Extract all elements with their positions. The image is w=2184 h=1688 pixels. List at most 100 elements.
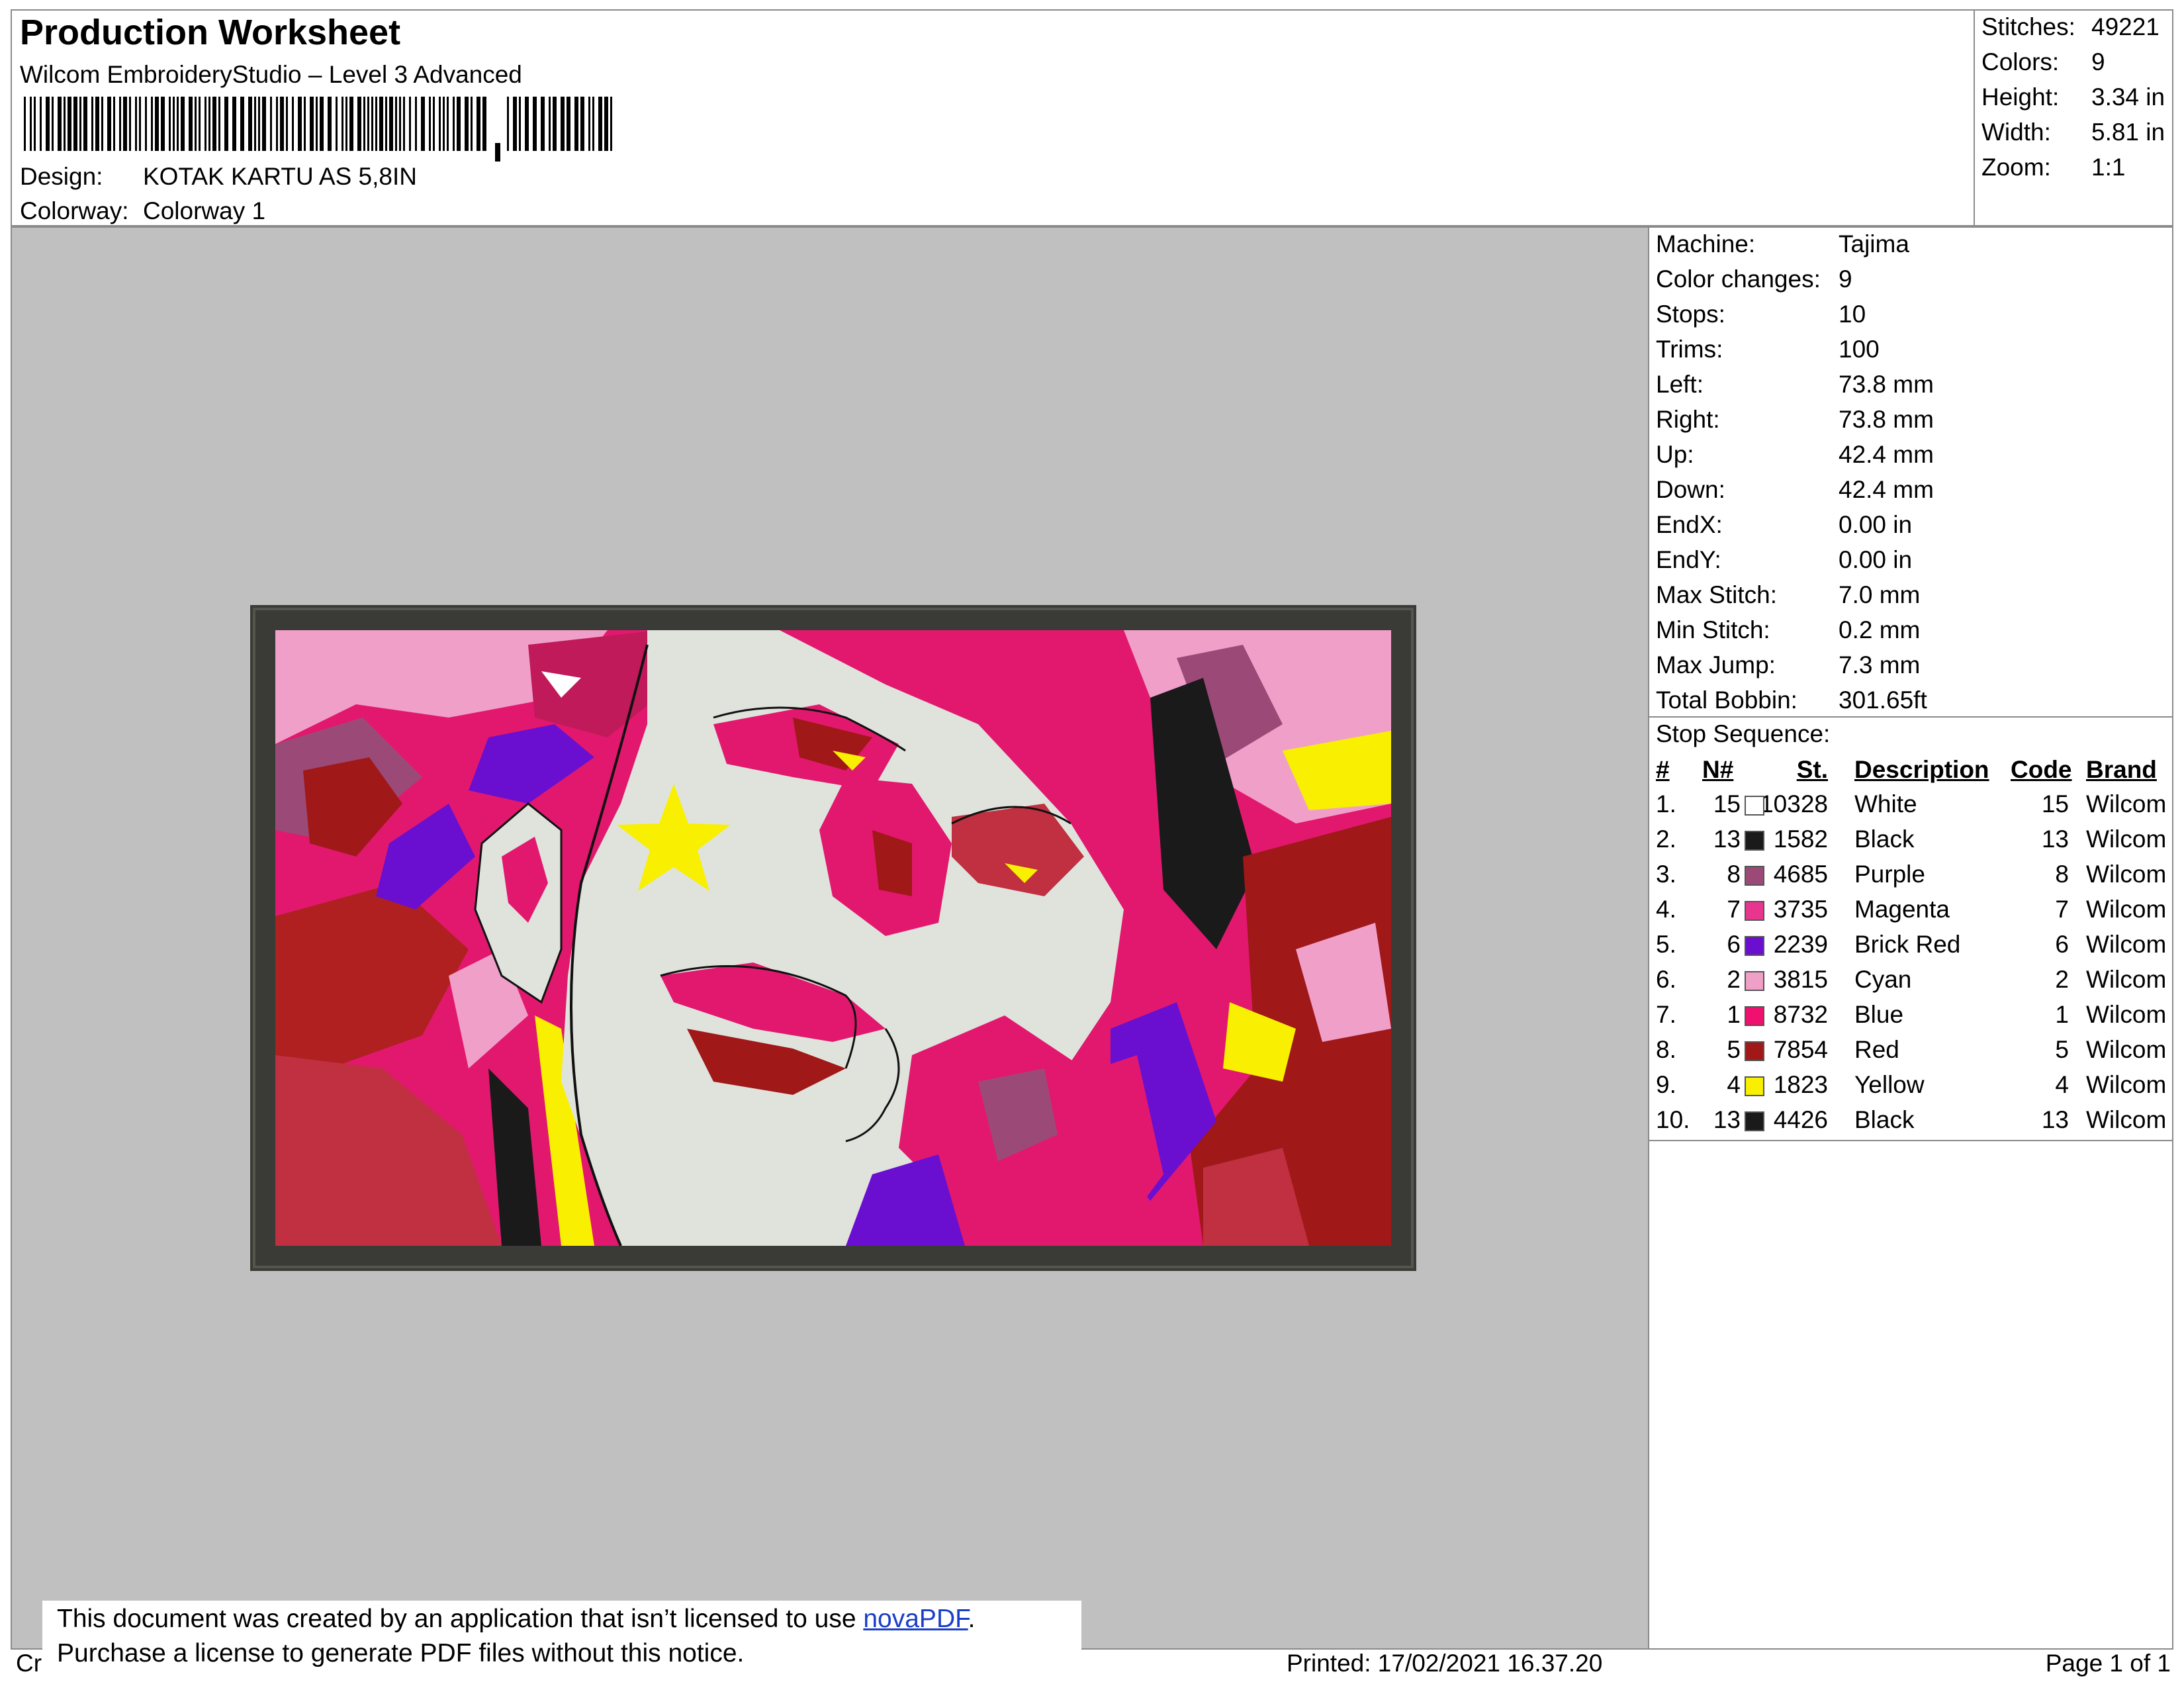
color-description: Brick Red <box>1854 931 1961 958</box>
thread-color-swatch <box>1745 1006 1764 1026</box>
info-value: 0.00 in <box>1839 546 1913 573</box>
stop-index: 2. <box>1656 825 1676 853</box>
thread-color-swatch <box>1745 971 1764 991</box>
col-header-stitches: St. <box>1796 756 1828 783</box>
stat-value: 49221 <box>2091 13 2160 40</box>
needle-number: 15 <box>1713 790 1741 818</box>
color-description: Blue <box>1854 1001 1904 1028</box>
thread-color-swatch <box>1745 1041 1764 1061</box>
info-label: Left: <box>1656 371 1704 398</box>
stop-row: 2. 13 1582 Black 13 Wilcom <box>1649 825 2172 861</box>
needle-number: 13 <box>1713 1106 1741 1133</box>
printed-timestamp: Printed: 17/02/2021 16.37.20 <box>1287 1650 1603 1677</box>
divider <box>1649 716 2172 718</box>
thread-brand: Wilcom <box>2086 1001 2167 1028</box>
stop-row: 4. 7 3735 Magenta 7 Wilcom <box>1649 896 2172 931</box>
stitch-count: 4426 <box>1773 1106 1828 1133</box>
info-value: 42.4 mm <box>1839 441 1934 468</box>
color-description: Black <box>1854 825 1915 853</box>
thread-color-swatch <box>1745 831 1764 851</box>
color-description: Red <box>1854 1036 1899 1063</box>
col-header-num: # <box>1656 756 1670 783</box>
design-preview[interactable] <box>11 226 1649 1650</box>
col-header-code: Code <box>2011 756 2072 783</box>
stat-value: 5.81 in <box>2091 118 2165 146</box>
notice-line-2: Purchase a license to generate PDF files… <box>57 1639 745 1667</box>
stitch-count: 4685 <box>1773 861 1828 888</box>
info-value: 7.0 mm <box>1839 581 1921 608</box>
thread-color-swatch <box>1745 901 1764 921</box>
info-label: Max Stitch: <box>1656 581 1777 608</box>
thread-color-swatch <box>1745 1076 1764 1096</box>
stat-value: 9 <box>2091 48 2105 75</box>
stat-value: 1:1 <box>2091 154 2126 181</box>
design-stats: Stitches: 49221 Colors: 9 Height: 3.34 i… <box>1974 11 2172 226</box>
stop-row: 7. 1 8732 Blue 1 Wilcom <box>1649 1001 2172 1036</box>
stitch-count: 3735 <box>1773 896 1828 923</box>
needle-number: 1 <box>1727 1001 1741 1028</box>
color-description: Magenta <box>1854 896 1950 923</box>
info-label: Right: <box>1656 406 1720 433</box>
thread-brand: Wilcom <box>2086 1071 2167 1098</box>
stop-sequence-title: Stop Sequence: <box>1656 720 1831 747</box>
stop-row: 6. 2 3815 Cyan 2 Wilcom <box>1649 966 2172 1001</box>
stitch-count: 2239 <box>1773 931 1828 958</box>
stop-row: 8. 5 7854 Red 5 Wilcom <box>1649 1036 2172 1071</box>
info-value: 10 <box>1839 301 1866 328</box>
needle-number: 4 <box>1727 1071 1741 1098</box>
info-value: 73.8 mm <box>1839 406 1934 433</box>
needle-number: 7 <box>1727 896 1741 923</box>
needle-number: 13 <box>1713 825 1741 853</box>
page-title: Production Worksheet <box>20 13 401 52</box>
notice-text: This document was created by an applicat… <box>57 1605 864 1633</box>
stat-label: Zoom: <box>1981 154 2051 181</box>
color-description: Cyan <box>1854 966 1912 993</box>
design-value: KOTAK KARTU AS 5,8IN <box>143 163 417 190</box>
thread-code: 5 <box>2055 1036 2069 1063</box>
stitch-count: 8732 <box>1773 1001 1828 1028</box>
thread-code: 8 <box>2055 861 2069 888</box>
divider <box>1649 1140 2172 1141</box>
color-description: Black <box>1854 1106 1915 1133</box>
color-description: White <box>1854 790 1917 818</box>
info-value: 100 <box>1839 336 1880 363</box>
colorway-label: Colorway: <box>20 197 129 224</box>
stop-index: 7. <box>1656 1001 1676 1028</box>
thread-code: 13 <box>2041 825 2069 853</box>
barcode <box>24 97 612 162</box>
stat-label: Colors: <box>1981 48 2060 75</box>
stop-index: 4. <box>1656 896 1676 923</box>
stat-label: Width: <box>1981 118 2051 146</box>
stop-index: 9. <box>1656 1071 1676 1098</box>
stitch-count: 1582 <box>1773 825 1828 853</box>
col-header-description: Description <box>1854 756 1989 783</box>
thread-color-swatch <box>1745 866 1764 886</box>
thread-code: 7 <box>2055 896 2069 923</box>
application-name: Wilcom EmbroideryStudio – Level 3 Advanc… <box>20 61 522 88</box>
notice-line-1: This document was created by an applicat… <box>57 1605 975 1634</box>
notice-text: . <box>968 1605 976 1633</box>
color-description: Purple <box>1854 861 1925 888</box>
thread-brand: Wilcom <box>2086 861 2167 888</box>
info-label: EndY: <box>1656 546 1721 573</box>
color-description: Yellow <box>1854 1071 1925 1098</box>
design-label: Design: <box>20 163 103 190</box>
info-value: 42.4 mm <box>1839 476 1934 503</box>
thread-code: 13 <box>2041 1106 2069 1133</box>
col-header-needle: N# <box>1702 756 1734 783</box>
embroidery-patch-image <box>250 605 1416 1271</box>
stop-row: 10. 13 4426 Black 13 Wilcom <box>1649 1106 2172 1141</box>
machine-info-panel: Machine: Tajima Color changes: 9 Stops: … <box>1649 226 2173 1650</box>
info-label: Max Jump: <box>1656 651 1776 679</box>
stitch-count: 7854 <box>1773 1036 1828 1063</box>
thread-code: 4 <box>2055 1071 2069 1098</box>
thread-brand: Wilcom <box>2086 931 2167 958</box>
info-label: Min Stitch: <box>1656 616 1770 643</box>
info-value: 0.00 in <box>1839 511 1913 538</box>
stop-row: 5. 6 2239 Brick Red 6 Wilcom <box>1649 931 2172 966</box>
thread-brand: Wilcom <box>2086 1036 2167 1063</box>
info-label: Color changes: <box>1656 265 1821 293</box>
thread-code: 6 <box>2055 931 2069 958</box>
novapdf-link[interactable]: novaPDF <box>863 1605 968 1633</box>
info-value: 9 <box>1839 265 1852 293</box>
